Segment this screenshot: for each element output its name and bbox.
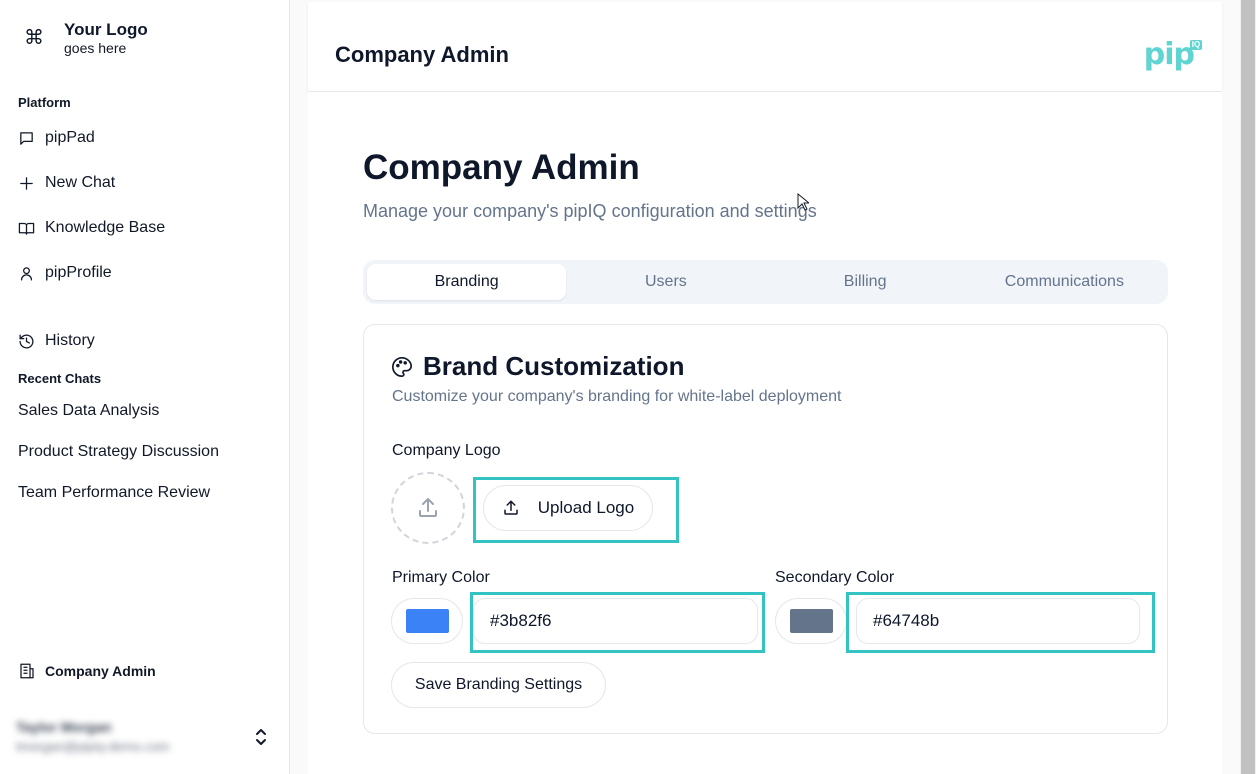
primary-color-input[interactable] — [473, 598, 758, 644]
tab-communications[interactable]: Communications — [965, 264, 1164, 300]
sidebar-item-pippad[interactable]: pipPad — [18, 126, 95, 150]
sidebar-item-label: pipPad — [45, 129, 95, 146]
primary-color-swatch — [405, 609, 449, 633]
main-area: Company Admin pip IQ Company Admin Manag… — [290, 0, 1240, 774]
page-subtitle: Manage your company's pipIQ configuratio… — [363, 201, 817, 221]
sidebar-item-pipprofile[interactable]: pipProfile — [18, 261, 112, 285]
upload-logo-button[interactable]: Upload Logo — [483, 485, 653, 531]
user-email: tmorgan@pipiq-demo.com — [16, 739, 170, 754]
sidebar-item-company-admin[interactable]: Company Admin — [18, 662, 156, 680]
logo-title: Your Logo — [64, 20, 148, 39]
primary-color-label: Primary Color — [392, 569, 490, 586]
recent-chat-item[interactable]: Team Performance Review — [18, 484, 210, 502]
primary-color-picker[interactable] — [391, 598, 463, 644]
secondary-color-swatch — [789, 609, 833, 633]
plus-icon — [20, 176, 33, 190]
brand-wordmark: pip — [1143, 37, 1195, 72]
logo-preview — [391, 472, 465, 544]
secondary-color-label: Secondary Color — [775, 569, 895, 586]
mouse-cursor-icon — [797, 193, 809, 211]
sidebar-item-new-chat[interactable]: New Chat — [18, 171, 115, 195]
user-menu[interactable]: Taylor Morgan tmorgan@pipiq-demo.com — [16, 716, 272, 762]
page-title: Company Admin — [363, 148, 640, 187]
brand-customization-card: Brand Customization Customize your compa… — [363, 324, 1168, 734]
sidebar-item-label: New Chat — [45, 174, 116, 191]
content-panel: Company Admin Manage your company's pipI… — [308, 92, 1222, 774]
tab-billing[interactable]: Billing — [766, 264, 965, 300]
scrollbar-thumb[interactable] — [1241, 0, 1255, 774]
card-title: Brand Customization — [423, 351, 685, 381]
sidebar-item-knowledge-base[interactable]: Knowledge Base — [18, 216, 165, 240]
card-description: Customize your company's branding for wh… — [392, 388, 842, 405]
user-name: Taylor Morgan — [16, 719, 112, 735]
command-icon: ⌘ — [24, 27, 44, 49]
secondary-color-picker[interactable] — [775, 598, 847, 644]
history-icon — [19, 333, 34, 349]
sidebar-item-label: pipProfile — [45, 264, 112, 281]
pip-logo: pip IQ — [1143, 37, 1203, 72]
building-icon — [20, 663, 34, 679]
tab-users[interactable]: Users — [566, 264, 765, 300]
sidebar-item-label: Knowledge Base — [45, 219, 166, 236]
upload-logo-label: Upload Logo — [537, 498, 635, 517]
admin-tabs: Branding Users Billing Communications — [363, 260, 1168, 304]
upload-icon — [504, 500, 518, 515]
logo-subtitle: goes here — [64, 40, 127, 56]
card-header: Brand Customization — [391, 351, 684, 382]
brand-logo[interactable]: ⌘ Your Logo goes here — [24, 20, 148, 56]
chat-bubble-icon — [20, 131, 33, 145]
sidebar-item-history[interactable]: History — [18, 329, 95, 353]
page-scrollbar[interactable] — [1240, 0, 1256, 774]
header-title: Company Admin — [335, 42, 509, 67]
recent-chats-label: Recent Chats — [18, 371, 102, 386]
company-logo-label: Company Logo — [392, 442, 501, 459]
sidebar-item-label: Company Admin — [45, 663, 156, 679]
brand-badge: IQ — [1189, 40, 1203, 50]
recent-chat-item[interactable]: Product Strategy Discussion — [18, 443, 219, 461]
save-branding-button[interactable]: Save Branding Settings — [391, 662, 606, 708]
user-icon — [20, 266, 33, 281]
top-header: Company Admin pip IQ — [308, 2, 1222, 92]
secondary-color-input[interactable] — [856, 598, 1140, 644]
sidebar: ⌘ Your Logo goes here Platform pipPad Ne… — [0, 0, 290, 774]
platform-section-label: Platform — [18, 95, 71, 110]
chevrons-up-down-icon[interactable] — [254, 728, 268, 746]
tab-branding[interactable]: Branding — [367, 264, 567, 300]
sidebar-item-label: History — [45, 332, 95, 349]
upload-icon — [419, 498, 437, 517]
book-icon — [18, 222, 35, 235]
recent-chat-item[interactable]: Sales Data Analysis — [18, 402, 159, 420]
logo-text: Your Logo goes here — [64, 20, 148, 56]
palette-icon — [392, 356, 412, 377]
